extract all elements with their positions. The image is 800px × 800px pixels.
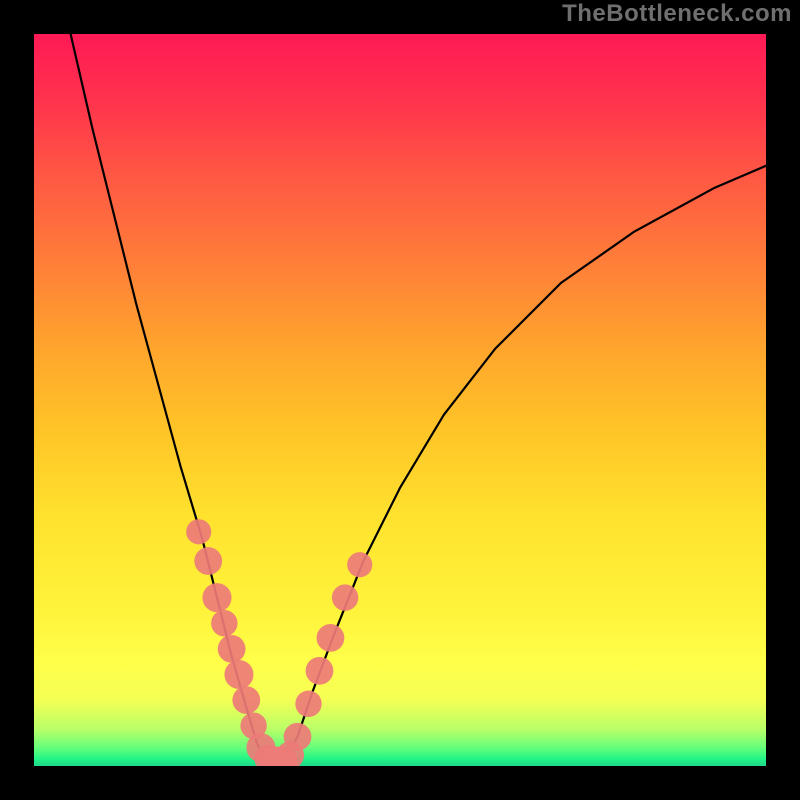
curve-layer — [34, 34, 766, 766]
bottleneck-curve — [71, 34, 766, 762]
watermark-text: TheBottleneck.com — [562, 0, 792, 28]
data-markers — [186, 519, 372, 766]
plot-area — [34, 34, 766, 766]
chart-container: TheBottleneck.com — [0, 0, 800, 800]
